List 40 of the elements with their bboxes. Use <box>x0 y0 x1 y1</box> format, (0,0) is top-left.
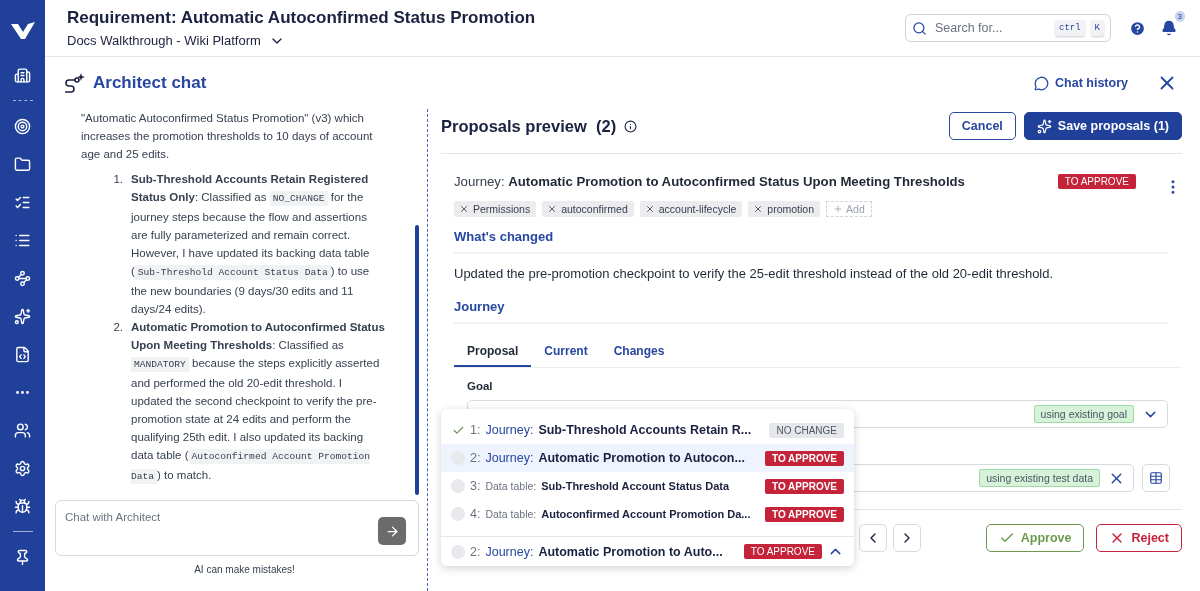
status-badge: TO APPROVE <box>1057 174 1136 189</box>
disclaimer-text: AI can make mistakes! <box>193 564 296 575</box>
section-heading: What's changed <box>454 229 1168 254</box>
chat-message-text: "Automatic Autoconfirmed Status Promotion" (v3) which increases the promotion thresholds to 10 days of account age and 25 edits. <box>81 111 374 162</box>
chat-title: Architect chat <box>93 73 208 93</box>
status-badge: TO APPROVE <box>765 478 844 494</box>
list-number: 1. <box>112 172 123 187</box>
chat-list-text: Sub-Threshold Accounts Retain Registered Status Only: Classified as NO_CHANGE for the journey steps because the flow and assertions are fully parameterized and remain correct. However, I have updated its backing data table ( Sub-Threshold Account Status Data ) to use the new boundaries (9 days/30 edits and 11 days/24 edits). <box>131 172 371 317</box>
item-type: Data table: <box>485 480 537 492</box>
chat-list-text: Automatic Promotion to Autoconfirmed Status Upon Meeting Thresholds: Classified as MANDATORY because the steps explicitly asserted and performed the old 20-edit threshold. I updated the second checkpoint to verify the pre-promotion state at 24 edits and perform the qualifying 25th edit. I also updated its backing data table ( Autoconfirmed Account Promotion Data ) to match. <box>131 320 385 486</box>
item-number: 2: <box>470 544 481 559</box>
status-badge: TO APPROVE <box>743 544 822 559</box>
item-name: Autoconfirmed Account Promotion Da... <box>541 508 752 520</box>
status-badge: using existing test data <box>979 469 1100 487</box>
status-badge: NO CHANGE <box>769 422 844 438</box>
item-type: Journey: <box>485 544 534 559</box>
list-number: 2. <box>112 320 123 335</box>
status-badge: using existing goal <box>1033 405 1134 423</box>
item-name: Automatic Promotion to Auto... <box>538 544 724 559</box>
item-number: 3: <box>470 479 481 493</box>
notification-count: 3 <box>1174 11 1185 22</box>
journey-title: Journey: Automatic Promotion to Autoconfirmed Status Upon Meeting Thresholds <box>454 174 966 189</box>
item-type: Data table: <box>485 508 537 520</box>
item-number: 1: <box>470 423 481 437</box>
item-number: 4: <box>470 507 481 521</box>
field-label: Goal <box>467 380 494 392</box>
item-name: Sub-Threshold Accounts Retain R... <box>538 423 753 437</box>
item-name: Automatic Promotion to Autocon... <box>538 451 746 465</box>
proposals-title: Proposals preview (2) <box>441 116 617 136</box>
item-type: Journey: <box>485 423 534 437</box>
section-heading: Journey <box>454 299 1168 324</box>
item-number: 2: <box>470 451 481 465</box>
status-badge: TO APPROVE <box>765 450 844 466</box>
change-description: Updated the pre-promotion checkpoint to verify the 25-edit threshold instead of the old 20-edit threshold. <box>454 266 1055 281</box>
keyboard-key: K <box>1090 20 1104 36</box>
page-title: Requirement: Automatic Autoconfirmed Status Promotion <box>67 7 537 28</box>
item-type: Journey: <box>485 451 534 465</box>
item-name: Sub-Threshold Account Status Data <box>541 480 731 492</box>
keyboard-key: ctrl <box>1055 20 1085 36</box>
status-badge: TO APPROVE <box>765 506 844 522</box>
